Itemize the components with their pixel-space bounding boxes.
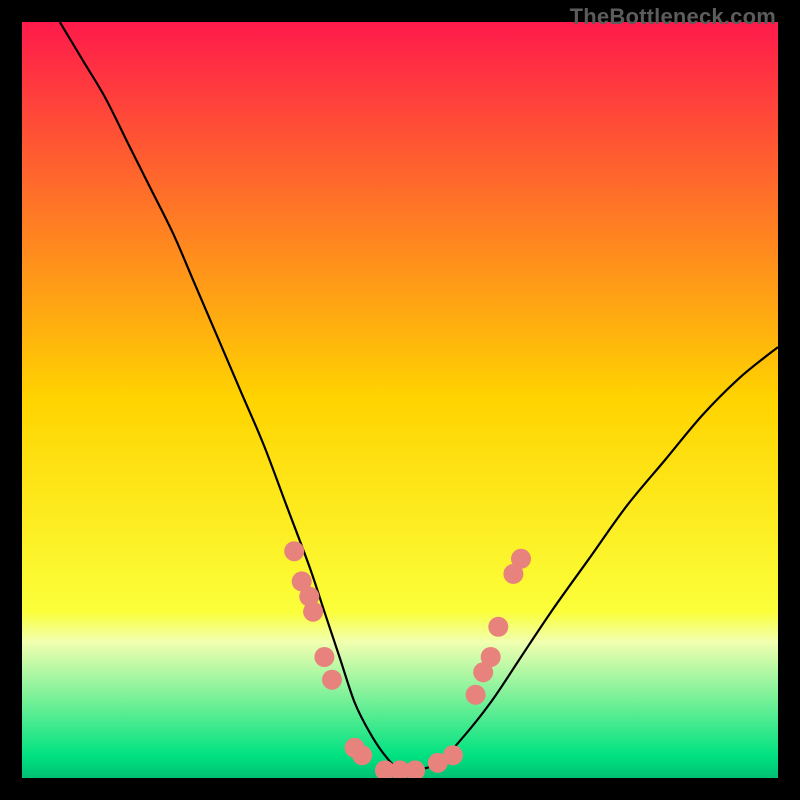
data-marker bbox=[322, 670, 342, 690]
data-marker bbox=[352, 745, 372, 765]
bottleneck-chart bbox=[22, 22, 778, 778]
data-marker bbox=[303, 602, 323, 622]
data-marker bbox=[314, 647, 334, 667]
data-marker bbox=[481, 647, 501, 667]
data-marker bbox=[511, 549, 531, 569]
data-marker bbox=[443, 745, 463, 765]
data-marker bbox=[466, 685, 486, 705]
chart-frame bbox=[22, 22, 778, 778]
data-marker bbox=[284, 541, 304, 561]
chart-background bbox=[22, 22, 778, 778]
data-marker bbox=[488, 617, 508, 637]
watermark-text: TheBottleneck.com bbox=[570, 4, 776, 30]
